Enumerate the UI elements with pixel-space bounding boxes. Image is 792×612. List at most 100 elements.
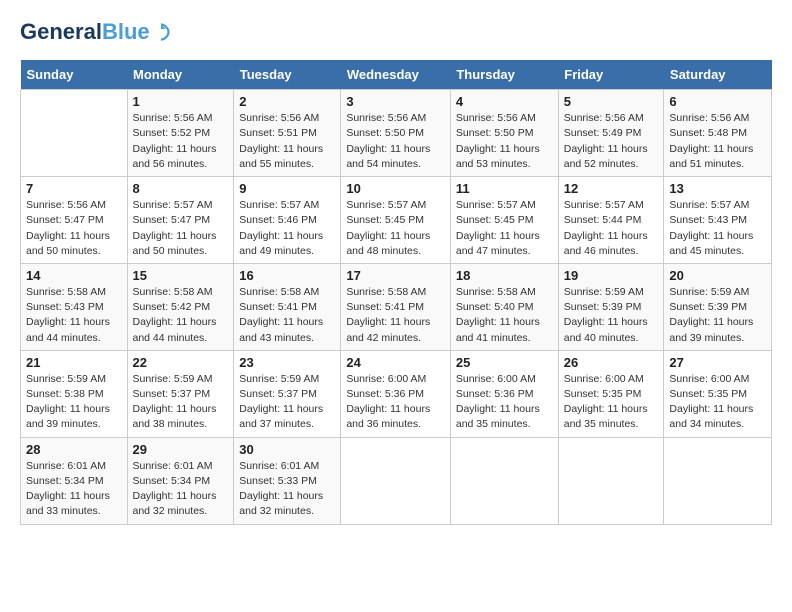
day-number: 13 <box>669 181 766 196</box>
calendar-cell: 20Sunrise: 5:59 AMSunset: 5:39 PMDayligh… <box>664 263 772 350</box>
calendar-table: SundayMondayTuesdayWednesdayThursdayFrid… <box>20 60 772 524</box>
day-number: 20 <box>669 268 766 283</box>
week-row-4: 21 Sunrise: 5:59 AMSunset: 5:38 PMDayligh… <box>21 350 772 437</box>
day-info: Sunrise: 6:00 AMSunset: 5:35 PMDaylight:… <box>564 372 659 433</box>
day-number: 9 <box>239 181 335 196</box>
calendar-cell: 3 Sunrise: 5:56 AMSunset: 5:50 PMDaylight… <box>341 90 451 177</box>
calendar-cell: 16 Sunrise: 5:58 AMSunset: 5:41 PMDayligh… <box>234 263 341 350</box>
day-info: Sunrise: 5:59 AMSunset: 5:38 PMDaylight:… <box>26 372 122 433</box>
day-number: 3 <box>346 94 445 109</box>
day-info: Sunrise: 6:01 AMSunset: 5:34 PMDaylight:… <box>133 459 229 520</box>
calendar-cell <box>450 437 558 524</box>
day-info: Sunrise: 6:01 AMSunset: 5:34 PMDaylight:… <box>26 459 122 520</box>
day-number: 4 <box>456 94 553 109</box>
day-info: Sunrise: 5:56 AMSunset: 5:50 PMDaylight:… <box>346 111 445 172</box>
day-number: 15 <box>133 268 229 283</box>
day-number: 6 <box>669 94 766 109</box>
calendar-cell: 21 Sunrise: 5:59 AMSunset: 5:38 PMDayligh… <box>21 350 128 437</box>
day-number: 25 <box>456 355 553 370</box>
calendar-cell: 23 Sunrise: 5:59 AMSunset: 5:37 PMDayligh… <box>234 350 341 437</box>
day-number: 11 <box>456 181 553 196</box>
calendar-cell: 27 Sunrise: 6:00 AMSunset: 5:35 PMDayligh… <box>664 350 772 437</box>
calendar-cell: 1Sunrise: 5:56 AMSunset: 5:52 PMDaylight… <box>127 90 234 177</box>
day-number: 16 <box>239 268 335 283</box>
day-number: 18 <box>456 268 553 283</box>
calendar-cell: 22Sunrise: 5:59 AMSunset: 5:37 PMDayligh… <box>127 350 234 437</box>
day-info: Sunrise: 6:00 AMSunset: 5:36 PMDaylight:… <box>456 372 553 433</box>
week-row-5: 28 Sunrise: 6:01 AMSunset: 5:34 PMDayligh… <box>21 437 772 524</box>
day-number: 19 <box>564 268 659 283</box>
calendar-cell: 11 Sunrise: 5:57 AMSunset: 5:45 PMDayligh… <box>450 177 558 264</box>
day-number: 5 <box>564 94 659 109</box>
calendar-cell: 12 Sunrise: 5:57 AMSunset: 5:44 PMDayligh… <box>558 177 664 264</box>
day-number: 23 <box>239 355 335 370</box>
day-number: 2 <box>239 94 335 109</box>
calendar-cell: 6 Sunrise: 5:56 AMSunset: 5:48 PMDaylight… <box>664 90 772 177</box>
calendar-cell: 2 Sunrise: 5:56 AMSunset: 5:51 PMDaylight… <box>234 90 341 177</box>
column-header-saturday: Saturday <box>664 60 772 90</box>
calendar-cell <box>21 90 128 177</box>
week-row-1: 1Sunrise: 5:56 AMSunset: 5:52 PMDaylight… <box>21 90 772 177</box>
day-info: Sunrise: 5:57 AMSunset: 5:43 PMDaylight:… <box>669 198 766 259</box>
day-info: Sunrise: 6:00 AMSunset: 5:36 PMDaylight:… <box>346 372 445 433</box>
day-info: Sunrise: 5:58 AMSunset: 5:42 PMDaylight:… <box>133 285 229 346</box>
day-info: Sunrise: 5:56 AMSunset: 5:50 PMDaylight:… <box>456 111 553 172</box>
day-number: 21 <box>26 355 122 370</box>
column-header-friday: Friday <box>558 60 664 90</box>
calendar-cell: 13 Sunrise: 5:57 AMSunset: 5:43 PMDayligh… <box>664 177 772 264</box>
day-number: 27 <box>669 355 766 370</box>
calendar-cell: 19 Sunrise: 5:59 AMSunset: 5:39 PMDayligh… <box>558 263 664 350</box>
calendar-cell <box>341 437 451 524</box>
calendar-cell: 8Sunrise: 5:57 AMSunset: 5:47 PMDaylight… <box>127 177 234 264</box>
day-number: 1 <box>133 94 229 109</box>
day-number: 26 <box>564 355 659 370</box>
logo: GeneralBlue <box>20 20 170 44</box>
logo-icon <box>152 23 170 41</box>
calendar-cell: 29 Sunrise: 6:01 AMSunset: 5:34 PMDayligh… <box>127 437 234 524</box>
week-row-2: 7Sunrise: 5:56 AMSunset: 5:47 PMDaylight… <box>21 177 772 264</box>
day-info: Sunrise: 5:58 AMSunset: 5:41 PMDaylight:… <box>346 285 445 346</box>
calendar-cell: 14Sunrise: 5:58 AMSunset: 5:43 PMDayligh… <box>21 263 128 350</box>
calendar-cell: 9 Sunrise: 5:57 AMSunset: 5:46 PMDaylight… <box>234 177 341 264</box>
calendar-cell: 25 Sunrise: 6:00 AMSunset: 5:36 PMDayligh… <box>450 350 558 437</box>
column-header-sunday: Sunday <box>21 60 128 90</box>
day-number: 7 <box>26 181 122 196</box>
calendar-cell: 26 Sunrise: 6:00 AMSunset: 5:35 PMDayligh… <box>558 350 664 437</box>
day-number: 17 <box>346 268 445 283</box>
column-header-wednesday: Wednesday <box>341 60 451 90</box>
day-info: Sunrise: 6:00 AMSunset: 5:35 PMDaylight:… <box>669 372 766 433</box>
day-number: 29 <box>133 442 229 457</box>
day-info: Sunrise: 6:01 AMSunset: 5:33 PMDaylight:… <box>239 459 335 520</box>
day-number: 24 <box>346 355 445 370</box>
day-info: Sunrise: 5:56 AMSunset: 5:49 PMDaylight:… <box>564 111 659 172</box>
day-info: Sunrise: 5:57 AMSunset: 5:44 PMDaylight:… <box>564 198 659 259</box>
calendar-cell: 10 Sunrise: 5:57 AMSunset: 5:45 PMDayligh… <box>341 177 451 264</box>
day-info: Sunrise: 5:56 AMSunset: 5:51 PMDaylight:… <box>239 111 335 172</box>
day-info: Sunrise: 5:59 AMSunset: 5:39 PMDaylight:… <box>564 285 659 346</box>
day-number: 28 <box>26 442 122 457</box>
day-info: Sunrise: 5:59 AMSunset: 5:37 PMDaylight:… <box>133 372 229 433</box>
calendar-cell: 24 Sunrise: 6:00 AMSunset: 5:36 PMDayligh… <box>341 350 451 437</box>
calendar-cell: 18Sunrise: 5:58 AMSunset: 5:40 PMDayligh… <box>450 263 558 350</box>
day-number: 14 <box>26 268 122 283</box>
column-header-thursday: Thursday <box>450 60 558 90</box>
day-number: 10 <box>346 181 445 196</box>
calendar-cell: 30Sunrise: 6:01 AMSunset: 5:33 PMDayligh… <box>234 437 341 524</box>
page-header: GeneralBlue <box>20 20 772 44</box>
day-info: Sunrise: 5:56 AMSunset: 5:48 PMDaylight:… <box>669 111 766 172</box>
day-info: Sunrise: 5:57 AMSunset: 5:46 PMDaylight:… <box>239 198 335 259</box>
calendar-cell: 5 Sunrise: 5:56 AMSunset: 5:49 PMDaylight… <box>558 90 664 177</box>
calendar-cell: 7Sunrise: 5:56 AMSunset: 5:47 PMDaylight… <box>21 177 128 264</box>
day-info: Sunrise: 5:57 AMSunset: 5:45 PMDaylight:… <box>346 198 445 259</box>
calendar-cell <box>558 437 664 524</box>
week-row-3: 14Sunrise: 5:58 AMSunset: 5:43 PMDayligh… <box>21 263 772 350</box>
day-info: Sunrise: 5:57 AMSunset: 5:45 PMDaylight:… <box>456 198 553 259</box>
day-number: 8 <box>133 181 229 196</box>
calendar-cell: 4 Sunrise: 5:56 AMSunset: 5:50 PMDaylight… <box>450 90 558 177</box>
day-info: Sunrise: 5:59 AMSunset: 5:37 PMDaylight:… <box>239 372 335 433</box>
day-info: Sunrise: 5:58 AMSunset: 5:41 PMDaylight:… <box>239 285 335 346</box>
calendar-cell: 17 Sunrise: 5:58 AMSunset: 5:41 PMDayligh… <box>341 263 451 350</box>
logo-text: GeneralBlue <box>20 20 150 44</box>
day-number: 12 <box>564 181 659 196</box>
calendar-cell <box>664 437 772 524</box>
